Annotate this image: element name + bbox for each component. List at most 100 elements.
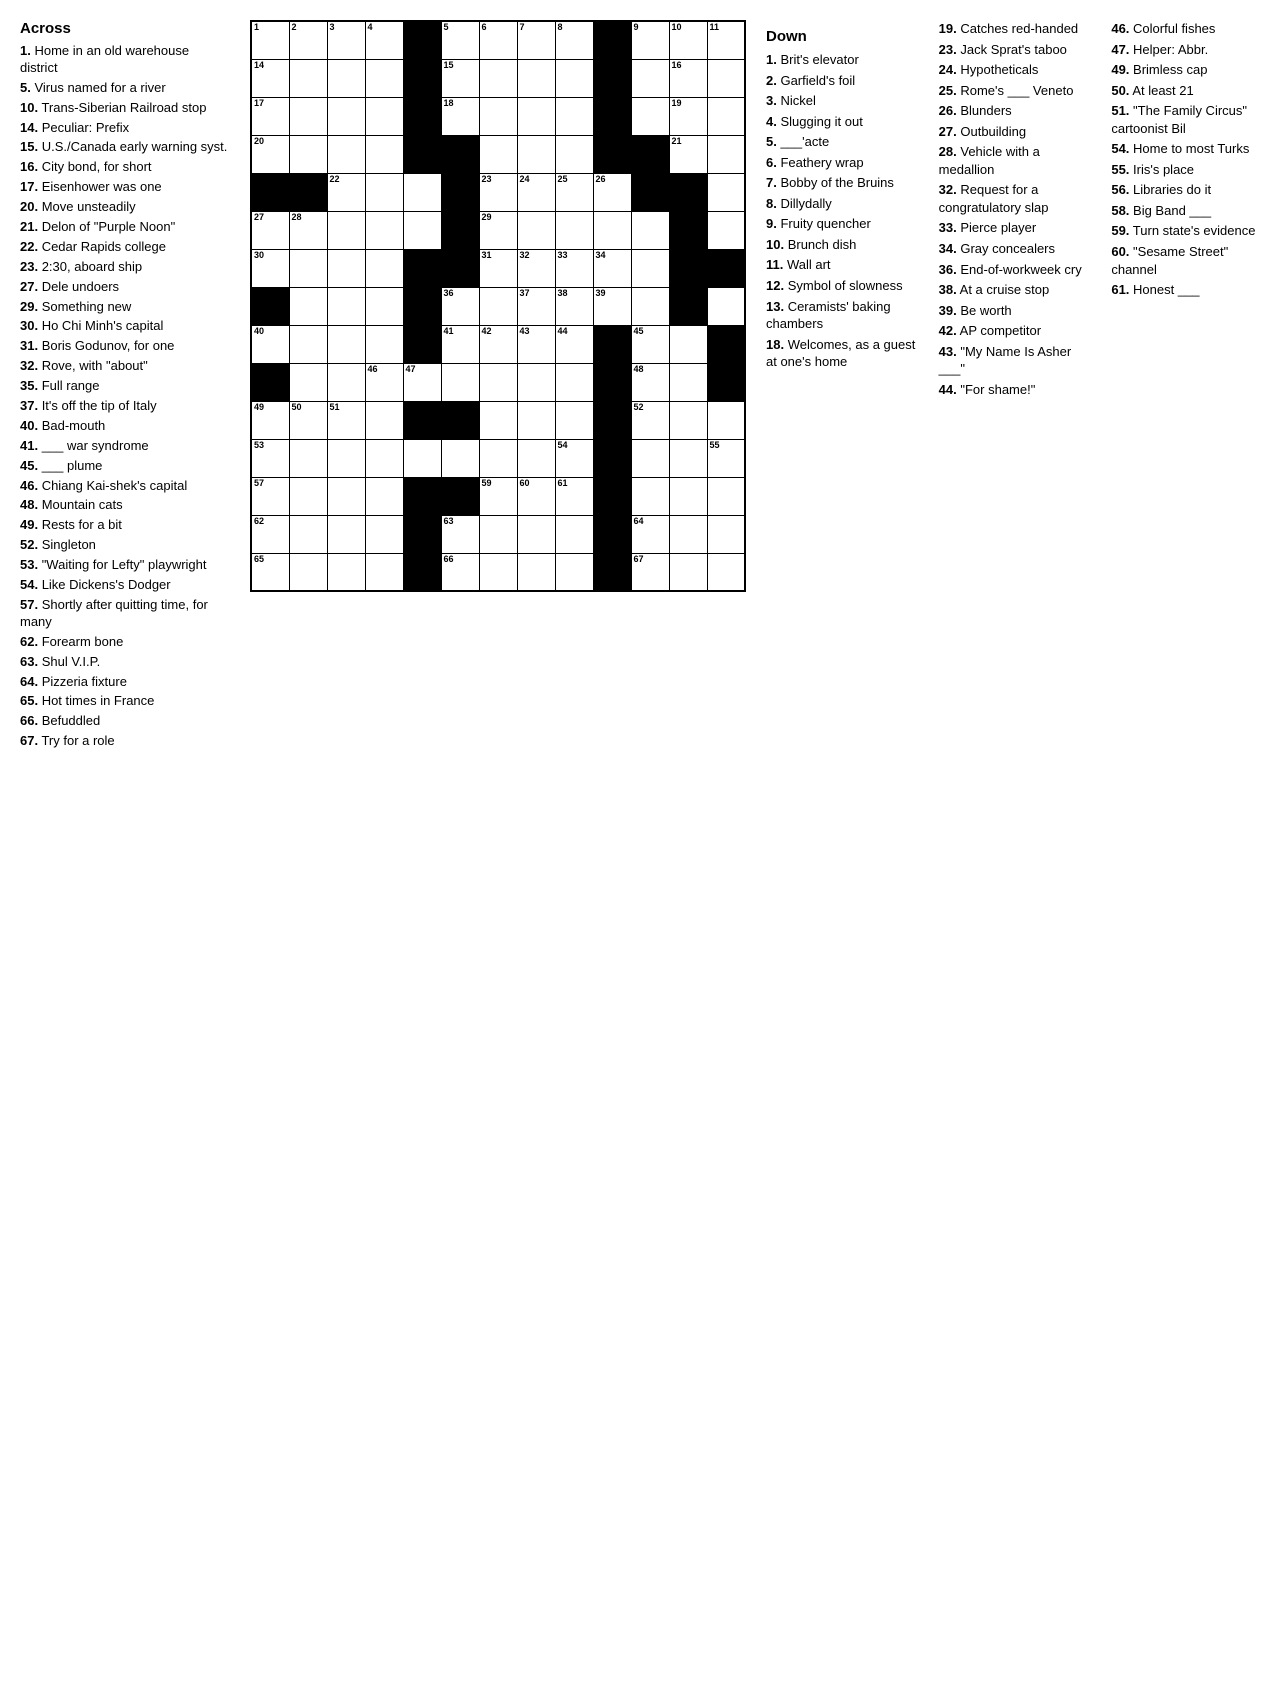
cell-10-3[interactable] [365, 401, 403, 439]
cell-11-4[interactable] [403, 439, 441, 477]
cell-11-12[interactable]: 55 [707, 439, 745, 477]
cell-4-3[interactable] [365, 173, 403, 211]
cell-5-1[interactable]: 28 [289, 211, 327, 249]
cell-5-12[interactable] [707, 211, 745, 249]
cell-14-1[interactable] [289, 553, 327, 591]
cell-1-1[interactable] [289, 59, 327, 97]
cell-13-7[interactable] [517, 515, 555, 553]
cell-13-0[interactable]: 62 [251, 515, 289, 553]
cell-0-10[interactable]: 9 [631, 21, 669, 59]
cell-4-9[interactable]: 26 [593, 173, 631, 211]
cell-11-0[interactable]: 53 [251, 439, 289, 477]
cell-13-11[interactable] [669, 515, 707, 553]
cell-2-2[interactable] [327, 97, 365, 135]
cell-3-2[interactable] [327, 135, 365, 173]
cell-11-11[interactable] [669, 439, 707, 477]
cell-4-12[interactable] [707, 173, 745, 211]
cell-6-6[interactable]: 31 [479, 249, 517, 287]
cell-5-3[interactable] [365, 211, 403, 249]
cell-4-7[interactable]: 24 [517, 173, 555, 211]
cell-0-7[interactable]: 7 [517, 21, 555, 59]
cell-5-10[interactable] [631, 211, 669, 249]
cell-14-11[interactable] [669, 553, 707, 591]
cell-13-12[interactable] [707, 515, 745, 553]
cell-8-0[interactable]: 40 [251, 325, 289, 363]
cell-6-9[interactable]: 34 [593, 249, 631, 287]
cell-3-6[interactable] [479, 135, 517, 173]
cell-3-1[interactable] [289, 135, 327, 173]
cell-13-3[interactable] [365, 515, 403, 553]
cell-2-5[interactable]: 18 [441, 97, 479, 135]
cell-5-4[interactable] [403, 211, 441, 249]
cell-9-1[interactable] [289, 363, 327, 401]
cell-1-11[interactable]: 16 [669, 59, 707, 97]
cell-1-0[interactable]: 14 [251, 59, 289, 97]
cell-12-0[interactable]: 57 [251, 477, 289, 515]
cell-4-6[interactable]: 23 [479, 173, 517, 211]
cell-12-8[interactable]: 61 [555, 477, 593, 515]
cell-6-8[interactable]: 33 [555, 249, 593, 287]
cell-12-1[interactable] [289, 477, 327, 515]
cell-13-8[interactable] [555, 515, 593, 553]
cell-12-11[interactable] [669, 477, 707, 515]
cell-7-12[interactable] [707, 287, 745, 325]
cell-13-10[interactable]: 64 [631, 515, 669, 553]
cell-2-1[interactable] [289, 97, 327, 135]
cell-14-10[interactable]: 67 [631, 553, 669, 591]
cell-12-2[interactable] [327, 477, 365, 515]
cell-0-2[interactable]: 3 [327, 21, 365, 59]
crossword-grid[interactable]: 1234567891011141516171819202122232425262… [250, 20, 746, 592]
cell-9-7[interactable] [517, 363, 555, 401]
cell-2-3[interactable] [365, 97, 403, 135]
cell-7-6[interactable] [479, 287, 517, 325]
cell-14-12[interactable] [707, 553, 745, 591]
cell-9-5[interactable] [441, 363, 479, 401]
cell-11-3[interactable] [365, 439, 403, 477]
cell-14-2[interactable] [327, 553, 365, 591]
cell-9-4[interactable]: 47 [403, 363, 441, 401]
cell-5-7[interactable] [517, 211, 555, 249]
cell-0-11[interactable]: 10 [669, 21, 707, 59]
cell-6-1[interactable] [289, 249, 327, 287]
cell-12-12[interactable] [707, 477, 745, 515]
cell-3-8[interactable] [555, 135, 593, 173]
cell-13-5[interactable]: 63 [441, 515, 479, 553]
cell-6-3[interactable] [365, 249, 403, 287]
cell-7-10[interactable] [631, 287, 669, 325]
cell-0-3[interactable]: 4 [365, 21, 403, 59]
cell-3-12[interactable] [707, 135, 745, 173]
cell-8-10[interactable]: 45 [631, 325, 669, 363]
cell-8-11[interactable] [669, 325, 707, 363]
cell-4-2[interactable]: 22 [327, 173, 365, 211]
cell-1-8[interactable] [555, 59, 593, 97]
cell-1-2[interactable] [327, 59, 365, 97]
cell-0-0[interactable]: 1 [251, 21, 289, 59]
cell-4-4[interactable] [403, 173, 441, 211]
cell-0-6[interactable]: 6 [479, 21, 517, 59]
cell-3-0[interactable]: 20 [251, 135, 289, 173]
cell-9-2[interactable] [327, 363, 365, 401]
cell-14-3[interactable] [365, 553, 403, 591]
cell-7-7[interactable]: 37 [517, 287, 555, 325]
cell-13-2[interactable] [327, 515, 365, 553]
cell-2-8[interactable] [555, 97, 593, 135]
cell-10-6[interactable] [479, 401, 517, 439]
cell-11-2[interactable] [327, 439, 365, 477]
cell-14-8[interactable] [555, 553, 593, 591]
cell-7-8[interactable]: 38 [555, 287, 593, 325]
cell-1-10[interactable] [631, 59, 669, 97]
cell-5-8[interactable] [555, 211, 593, 249]
cell-12-3[interactable] [365, 477, 403, 515]
cell-2-11[interactable]: 19 [669, 97, 707, 135]
cell-7-5[interactable]: 36 [441, 287, 479, 325]
cell-11-5[interactable] [441, 439, 479, 477]
cell-10-0[interactable]: 49 [251, 401, 289, 439]
cell-8-7[interactable]: 43 [517, 325, 555, 363]
cell-8-1[interactable] [289, 325, 327, 363]
cell-10-10[interactable]: 52 [631, 401, 669, 439]
cell-9-8[interactable] [555, 363, 593, 401]
cell-0-8[interactable]: 8 [555, 21, 593, 59]
cell-13-6[interactable] [479, 515, 517, 553]
cell-1-5[interactable]: 15 [441, 59, 479, 97]
cell-10-12[interactable] [707, 401, 745, 439]
